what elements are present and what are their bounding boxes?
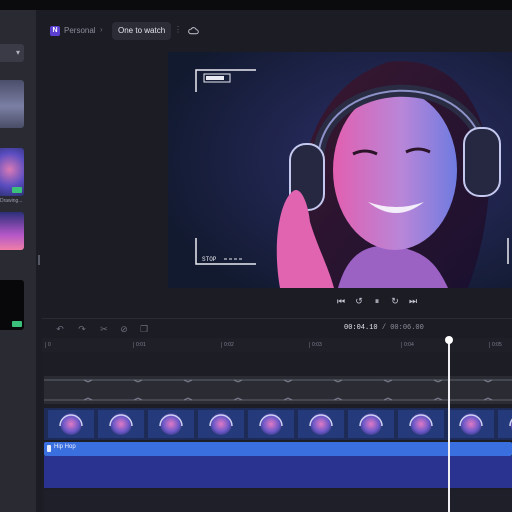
- video-track[interactable]: [44, 408, 512, 440]
- media-thumbnail-video[interactable]: [0, 148, 24, 196]
- filmstrip-subject: [410, 413, 432, 435]
- ruler-tick: 0:05: [489, 342, 502, 348]
- filmstrip-subject: [260, 413, 282, 435]
- timeline-toolbar: ↶ ↷ ✂ ⊘ ❐ 00:04.10 / 00:06.00: [42, 318, 512, 339]
- project-title[interactable]: One to watch: [112, 22, 172, 40]
- current-time: 00:04.10: [344, 324, 378, 332]
- rewind-5s-icon[interactable]: ↺: [352, 294, 366, 308]
- playhead-handle[interactable]: [445, 336, 453, 344]
- ruler-tick: 0:04: [401, 342, 414, 348]
- thumb-caption: Drawing...: [0, 198, 23, 204]
- delete-icon[interactable]: ⊘: [118, 323, 130, 335]
- undo-icon[interactable]: ↶: [54, 323, 66, 335]
- workspace-logo: N: [50, 26, 60, 36]
- video-filmstrip: [48, 410, 512, 438]
- skip-forward-icon[interactable]: ⏭: [406, 294, 420, 308]
- music-clip[interactable]: Hip Hop: [44, 442, 512, 456]
- ruler-tick: 0:03: [309, 342, 322, 348]
- duplicate-icon[interactable]: ❐: [138, 323, 150, 335]
- cloud-sync-icon[interactable]: [188, 26, 199, 36]
- ruler-tick: 0:02: [221, 342, 234, 348]
- filmstrip-subject: [310, 413, 332, 435]
- filmstrip-subject: [160, 413, 182, 435]
- playhead[interactable]: [448, 340, 450, 512]
- filmstrip-subject: [360, 413, 382, 435]
- audio-waveform: [44, 379, 512, 401]
- breadcrumb-separator: ›: [100, 25, 103, 34]
- skip-back-icon[interactable]: ⏮: [334, 294, 348, 308]
- redo-icon[interactable]: ↷: [76, 323, 88, 335]
- media-thumbnail-audio[interactable]: [0, 80, 24, 128]
- added-badge: [12, 321, 22, 327]
- media-filter-dropdown[interactable]: ▾: [0, 44, 24, 62]
- audio-track[interactable]: [44, 376, 512, 404]
- video-preview[interactable]: STOP: [168, 52, 512, 288]
- added-badge: [12, 187, 22, 193]
- ruler-tick: 0:01: [133, 342, 146, 348]
- preview-frame: STOP: [168, 52, 512, 288]
- filmstrip-subject: [60, 413, 82, 435]
- editor-header: N Personal › One to watch ⋮: [42, 18, 512, 44]
- media-thumbnail-gradient[interactable]: [0, 212, 24, 250]
- ruler-tick: 0: [45, 342, 51, 348]
- forward-5s-icon[interactable]: ↻: [388, 294, 402, 308]
- music-note-icon: [47, 445, 51, 452]
- filmstrip-subject: [110, 413, 132, 435]
- header-divider: ⋮: [174, 25, 182, 34]
- workspace-name[interactable]: Personal: [64, 26, 96, 35]
- music-clip-label: Hip Hop: [54, 444, 76, 450]
- window-top-bar: [0, 0, 512, 10]
- empty-track-area: [44, 490, 512, 512]
- media-thumbnail-dark[interactable]: [0, 280, 24, 330]
- panel-collapse-handle[interactable]: [36, 250, 42, 270]
- subject-face: [333, 90, 457, 250]
- filmstrip-subject: [210, 413, 232, 435]
- player-controls: ⏮ ↺ ⏸ ↻ ⏭: [330, 294, 430, 308]
- filmstrip-subject: [460, 413, 482, 435]
- timecode: 00:04.10 / 00:06.00: [344, 324, 424, 332]
- chevron-down-icon: ▾: [15, 48, 20, 57]
- split-icon[interactable]: ✂: [98, 323, 110, 335]
- stop-label: STOP: [202, 256, 217, 263]
- timeline-ruler[interactable]: 0 0:01 0:02 0:03 0:04 0:05: [42, 338, 512, 352]
- pause-button[interactable]: ⏸: [370, 294, 384, 308]
- music-clip-body[interactable]: [44, 456, 512, 488]
- total-duration: 00:06.00: [390, 324, 424, 332]
